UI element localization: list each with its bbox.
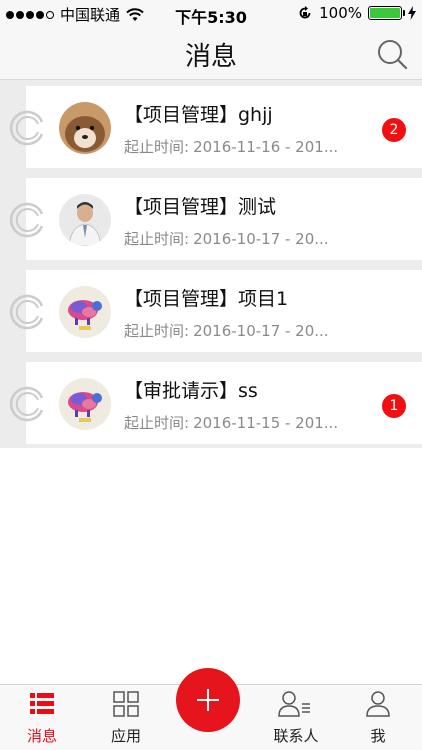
message-subtitle: 起止时间: 2016-11-15 - 201... [124,414,339,432]
list-item[interactable]: 【审批请示】ss 起止时间: 2016-11-15 - 201... 1 [0,360,422,444]
message-title: 【项目管理】测试 [124,196,277,218]
unread-badge: 1 [382,394,406,418]
status-right: 100% [297,4,416,22]
list-item[interactable]: 【项目管理】项目1 起止时间: 2016-10-17 - 20... [0,268,422,352]
rotation-lock-icon [299,6,311,19]
nav-bar: 消息 [0,28,422,80]
message-subtitle: 起止时间: 2016-11-16 - 201... [124,138,339,156]
grid-icon [113,691,139,717]
plus-icon [197,689,219,711]
avatar [59,378,111,430]
tab-label: 联系人 [273,727,319,745]
message-title: 【项目管理】ghjj [124,104,273,126]
tab-label: 消息 [26,727,57,745]
tab-label: 应用 [110,727,141,745]
contacts-icon [278,691,310,717]
battery-percent: 100% [319,4,362,22]
tab-me[interactable]: 我 [336,685,420,750]
person-icon [366,691,390,717]
add-button[interactable] [176,668,240,732]
swipe-handle-icon[interactable] [6,200,46,240]
message-card[interactable]: 【项目管理】测试 起止时间: 2016-10-17 - 20... [26,178,422,260]
page-title: 消息 [184,42,237,72]
charging-icon [408,6,416,20]
message-card[interactable]: 【项目管理】ghjj 起止时间: 2016-11-16 - 201... 2 [26,86,422,168]
tab-label: 我 [370,727,386,745]
message-subtitle: 起止时间: 2016-10-17 - 20... [124,322,329,340]
message-list: 【项目管理】ghjj 起止时间: 2016-11-16 - 201... 2 【… [0,80,422,448]
message-title: 【审批请示】ss [124,380,258,402]
avatar [59,286,111,338]
status-bar: 中国联通 下午5:30 100% [0,0,422,28]
avatar [59,102,111,154]
message-subtitle: 起止时间: 2016-10-17 - 20... [124,230,329,248]
battery-icon [368,6,405,20]
avatar [59,194,111,246]
tab-messages[interactable]: 消息 [0,685,84,750]
message-title: 【项目管理】项目1 [124,288,289,310]
list-item[interactable]: 【项目管理】测试 起止时间: 2016-10-17 - 20... [0,176,422,260]
swipe-handle-icon[interactable] [6,108,46,148]
message-card[interactable]: 【审批请示】ss 起止时间: 2016-11-15 - 201... 1 [26,362,422,444]
swipe-handle-icon[interactable] [6,292,46,332]
list-item[interactable]: 【项目管理】ghjj 起止时间: 2016-11-16 - 201... 2 [0,84,422,168]
swipe-handle-icon[interactable] [6,384,46,424]
tab-contacts[interactable]: 联系人 [254,685,338,750]
tab-apps[interactable]: 应用 [84,685,168,750]
unread-badge: 2 [382,118,406,142]
list-icon [30,693,54,714]
search-icon[interactable] [376,38,408,70]
message-card[interactable]: 【项目管理】项目1 起止时间: 2016-10-17 - 20... [26,270,422,352]
